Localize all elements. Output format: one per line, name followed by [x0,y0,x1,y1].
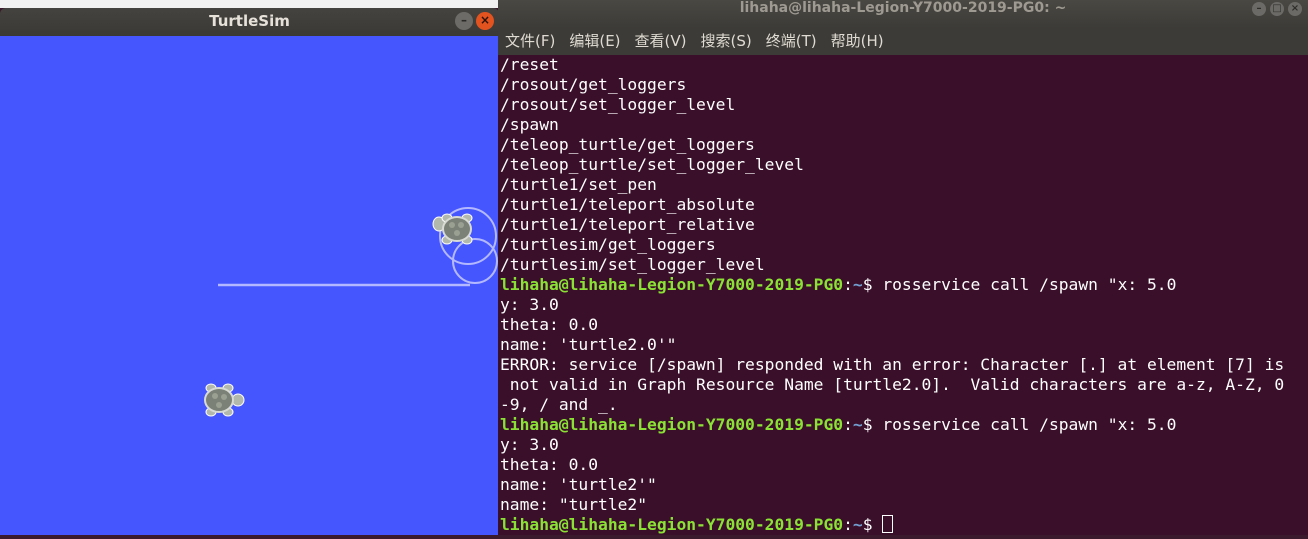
turtle-icon [432,213,473,245]
prompt-user: lihaha@lihaha-Legion-Y7000-2019-PG0 [500,275,844,294]
menu-edit[interactable]: 编辑(E) [562,28,627,55]
prompt-path: ~ [852,515,863,534]
turtle-icon [204,383,245,417]
menu-view[interactable]: 查看(V) [628,28,694,55]
terminal-title: lihaha@lihaha-Legion-Y7000-2019-PG0: ~ [739,0,1067,16]
command-line: lihaha@lihaha-Legion-Y7000-2019-PG0:~$ r… [500,275,1177,294]
output-line: /rosout/set_logger_level [500,95,736,114]
command-text: rosservice call /spawn "x: 5.0 [882,415,1177,434]
terminal-output[interactable]: /reset /rosout/get_loggers /rosout/set_l… [500,55,1305,535]
output-line: y: 3.0 [500,435,559,454]
output-line: /spawn [500,115,559,134]
turtlesim-title: TurtleSim [209,12,290,30]
output-line: /turtle1/teleport_absolute [500,195,755,214]
turtle-drawing [204,207,498,417]
prompt-symbol: $ [862,275,883,294]
output-line: /teleop_turtle/get_loggers [500,135,755,154]
maximize-icon[interactable]: □ [1270,2,1284,16]
output-line: name: "turtle2" [500,495,648,514]
error-line: ERROR: service [/spawn] responded with a… [500,355,1285,374]
prompt-user: lihaha@lihaha-Legion-Y7000-2019-PG0 [500,515,844,534]
output-line: /reset [500,55,559,74]
turtlesim-canvas[interactable] [0,36,499,535]
output-line: name: 'turtle2.0'" [500,335,677,354]
prompt-path: ~ [852,275,863,294]
output-line: name: 'turtle2'" [500,475,657,494]
error-line: not valid in Graph Resource Name [turtle… [500,375,1285,394]
pen-trail-circle [452,238,498,284]
prompt-user: lihaha@lihaha-Legion-Y7000-2019-PG0 [500,415,844,434]
output-line: theta: 0.0 [500,455,599,474]
output-line: theta: 0.0 [500,315,599,334]
output-line: y: 3.0 [500,295,559,314]
close-icon[interactable]: × [1288,2,1302,16]
turtlesim-window: TurtleSim – × [0,0,499,535]
command-text: rosservice call /spawn "x: 5.0 [882,275,1177,294]
prompt-symbol: $ [862,515,883,534]
menu-terminal[interactable]: 终端(T) [759,28,824,55]
output-line: /rosout/get_loggers [500,75,687,94]
output-line: /teleop_turtle/set_logger_level [500,155,804,174]
terminal-window: lihaha@lihaha-Legion-Y7000-2019-PG0: ~ –… [498,0,1308,535]
output-line: /turtlesim/set_logger_level [500,255,765,274]
prompt-path: ~ [852,415,863,434]
error-line: -9, / and _. [500,395,618,414]
minimize-icon[interactable]: – [1252,2,1266,16]
menu-file[interactable]: 文件(F) [498,28,562,55]
command-line: lihaha@lihaha-Legion-Y7000-2019-PG0:~$ r… [500,415,1177,434]
turtlesim-titlebar[interactable]: TurtleSim – × [0,8,499,36]
minimize-icon[interactable]: – [455,12,473,30]
output-line: /turtlesim/get_loggers [500,235,716,254]
menu-search[interactable]: 搜索(S) [694,28,759,55]
prompt-symbol: $ [862,415,883,434]
close-icon[interactable]: × [476,12,494,30]
active-prompt[interactable]: lihaha@lihaha-Legion-Y7000-2019-PG0:~$ [500,515,1305,535]
terminal-menubar: 文件(F) 编辑(E) 查看(V) 搜索(S) 终端(T) 帮助(H) [498,28,1308,55]
menu-help[interactable]: 帮助(H) [824,28,891,55]
output-line: /turtle1/set_pen [500,175,657,194]
terminal-titlebar[interactable]: lihaha@lihaha-Legion-Y7000-2019-PG0: ~ –… [498,0,1308,28]
desktop-strip [0,0,499,8]
text-cursor [882,515,894,533]
output-line: /turtle1/teleport_relative [500,215,755,234]
